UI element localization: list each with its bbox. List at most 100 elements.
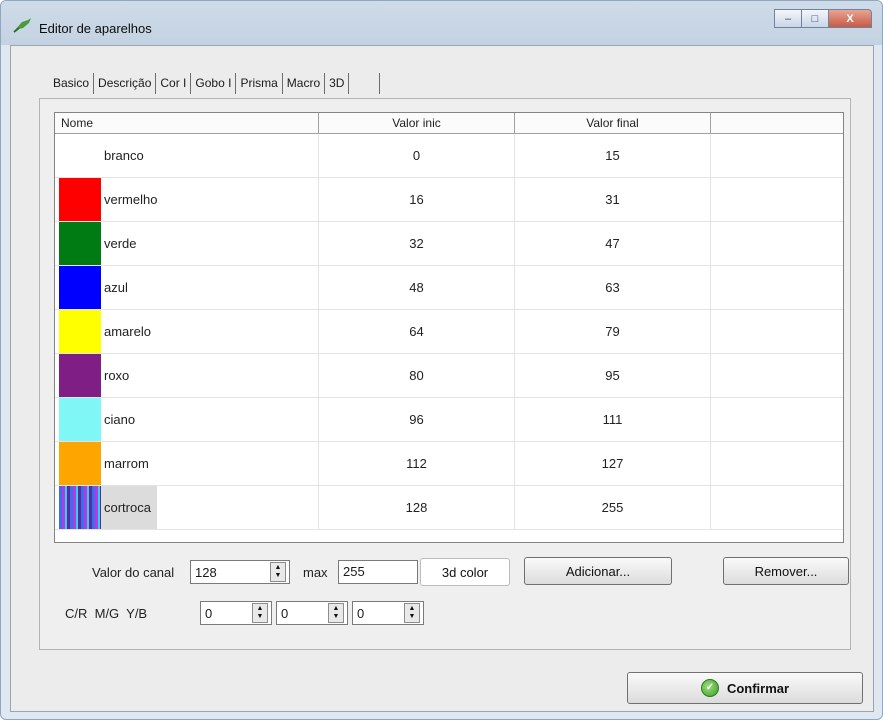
check-icon: ✓: [700, 679, 719, 697]
color-name-cell[interactable]: azul: [55, 266, 319, 309]
color-swatch: [59, 134, 101, 177]
cmy-m-stepper[interactable]: 0 ▲ ▼: [276, 601, 348, 625]
channel-value-stepper[interactable]: 128 ▲ ▼: [190, 560, 290, 584]
extra-cell: [711, 134, 843, 177]
table-row[interactable]: verde 32 47: [55, 222, 843, 266]
end-value-cell[interactable]: 47: [515, 222, 711, 265]
confirm-button-label: Confirmar: [726, 680, 790, 696]
color-swatch: [59, 398, 101, 441]
table-row[interactable]: ciano 96 111: [55, 398, 843, 442]
color-name-cell[interactable]: verde: [55, 222, 319, 265]
table-row[interactable]: amarelo 64 79: [55, 310, 843, 354]
start-value-cell[interactable]: 48: [319, 266, 515, 309]
minimize-button[interactable]: –: [774, 9, 802, 28]
end-value-cell[interactable]: 79: [515, 310, 711, 353]
color-name: verde: [104, 236, 137, 251]
grid-header: Nome Valor inic Valor final: [55, 113, 843, 134]
extra-cell: [711, 266, 843, 309]
tab-descricao[interactable]: Descrição: [94, 73, 157, 94]
start-value-cell[interactable]: 80: [319, 354, 515, 397]
end-value-cell[interactable]: 63: [515, 266, 711, 309]
add-button-label: Adicionar...: [565, 563, 631, 579]
column-header-valor-final[interactable]: Valor final: [515, 113, 711, 133]
color-swatch: [59, 486, 101, 529]
table-row[interactable]: azul 48 63: [55, 266, 843, 310]
start-value-cell[interactable]: 16: [319, 178, 515, 221]
cmy-m-value[interactable]: 0: [277, 606, 328, 621]
color-name-cell[interactable]: ciano: [55, 398, 319, 441]
start-value-cell[interactable]: 64: [319, 310, 515, 353]
color-name-cell[interactable]: vermelho: [55, 178, 319, 221]
maximize-button[interactable]: □: [801, 9, 829, 28]
start-value-cell[interactable]: 128: [319, 486, 515, 529]
extra-cell: [711, 310, 843, 353]
tab-cor[interactable]: Cor I: [156, 73, 192, 94]
color-grid[interactable]: Nome Valor inic Valor final branco 0 15 ver…: [54, 112, 844, 543]
tab-basico[interactable]: Basico: [49, 73, 95, 94]
close-icon: X: [846, 12, 854, 25]
color-name-cell[interactable]: marrom: [55, 442, 319, 485]
max-value-field[interactable]: 255: [338, 560, 418, 584]
column-header-extra: [711, 113, 843, 133]
client-area: Basico Descrição Cor I Gobo I Prisma Mac…: [10, 45, 874, 712]
table-row[interactable]: branco 0 15: [55, 134, 843, 178]
extra-cell: [711, 442, 843, 485]
extra-cell: [711, 222, 843, 265]
extra-cell: [711, 178, 843, 221]
spin-arrows-icon[interactable]: ▲ ▼: [252, 603, 268, 623]
app-icon: [13, 18, 31, 33]
tab-prisma[interactable]: Prisma: [236, 73, 283, 94]
color-swatch: [59, 310, 101, 353]
cmy-c-value[interactable]: 0: [201, 606, 252, 621]
end-value-cell[interactable]: 15: [515, 134, 711, 177]
remove-button-label: Remover...: [754, 563, 818, 579]
tab-3d[interactable]: 3D: [325, 73, 350, 94]
minimize-icon: –: [784, 12, 792, 25]
table-row[interactable]: cortroca 128 255: [55, 486, 843, 530]
color-name-cell[interactable]: roxo: [55, 354, 319, 397]
cmy-y-value[interactable]: 0: [353, 606, 404, 621]
channel-value-label: Valor do canal: [92, 565, 175, 580]
cmy-label: C/R M/G Y/B: [65, 606, 148, 621]
title-bar[interactable]: Editor de aparelhos – □ X: [1, 1, 882, 45]
window-title: Editor de aparelhos: [39, 21, 152, 36]
column-header-valor-inic[interactable]: Valor inic: [319, 113, 515, 133]
column-header-nome[interactable]: Nome: [55, 113, 319, 133]
start-value-cell[interactable]: 96: [319, 398, 515, 441]
end-value-cell[interactable]: 111: [515, 398, 711, 441]
tab-gobo[interactable]: Gobo I: [191, 73, 237, 94]
extra-cell: [711, 486, 843, 529]
maximize-icon: □: [811, 12, 819, 25]
end-value-cell[interactable]: 255: [515, 486, 711, 529]
cmy-y-stepper[interactable]: 0 ▲ ▼: [352, 601, 424, 625]
table-row[interactable]: roxo 80 95: [55, 354, 843, 398]
table-row[interactable]: marrom 112 127: [55, 442, 843, 486]
channel-value-text[interactable]: 128: [191, 565, 270, 580]
extra-cell: [711, 398, 843, 441]
cmy-c-stepper[interactable]: 0 ▲ ▼: [200, 601, 272, 625]
tab-macro[interactable]: Macro: [283, 73, 326, 94]
color-swatch: [59, 354, 101, 397]
start-value-cell[interactable]: 112: [319, 442, 515, 485]
color-name-cell[interactable]: cortroca: [55, 486, 319, 529]
tab-divider: [349, 73, 381, 94]
end-value-cell[interactable]: 95: [515, 354, 711, 397]
color-name-cell[interactable]: amarelo: [55, 310, 319, 353]
spin-arrows-icon[interactable]: ▲ ▼: [404, 603, 420, 623]
start-value-cell[interactable]: 0: [319, 134, 515, 177]
color-swatch: [59, 442, 101, 485]
remove-button[interactable]: Remover...: [723, 557, 849, 585]
start-value-cell[interactable]: 32: [319, 222, 515, 265]
add-button[interactable]: Adicionar...: [524, 557, 672, 585]
spin-arrows-icon[interactable]: ▲ ▼: [328, 603, 344, 623]
table-row[interactable]: vermelho 16 31: [55, 178, 843, 222]
spin-arrows-icon[interactable]: ▲ ▼: [270, 562, 286, 582]
color-name: cortroca: [101, 486, 157, 529]
end-value-cell[interactable]: 31: [515, 178, 711, 221]
end-value-cell[interactable]: 127: [515, 442, 711, 485]
close-button[interactable]: X: [828, 9, 872, 28]
color-name-cell[interactable]: branco: [55, 134, 319, 177]
tab-page-cor: Nome Valor inic Valor final branco 0 15 ver…: [39, 98, 851, 650]
3d-color-button[interactable]: 3d color: [420, 558, 510, 586]
confirm-button[interactable]: ✓ Confirmar: [627, 672, 863, 704]
